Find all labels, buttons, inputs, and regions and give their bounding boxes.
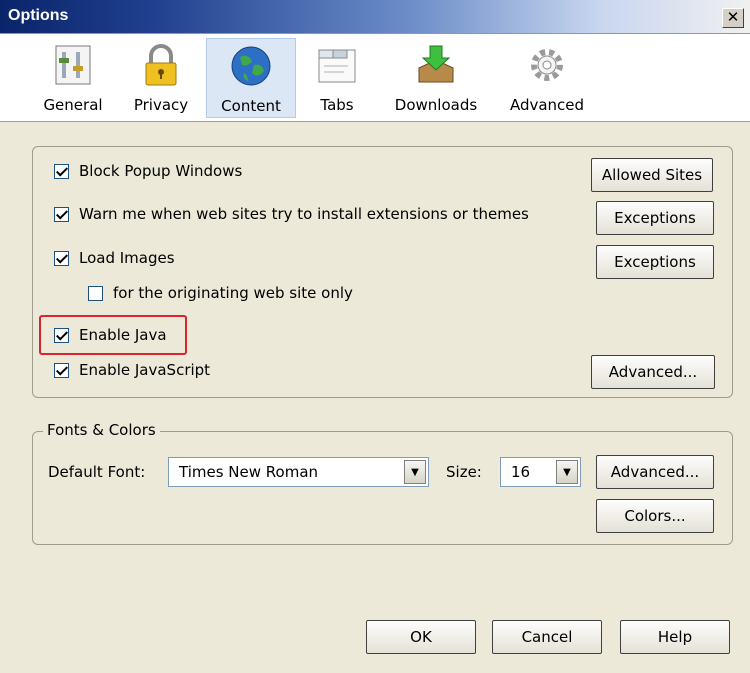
originating-only-row[interactable]: for the originating web site only [88, 284, 353, 302]
tab-label: Advanced [509, 96, 585, 114]
dropdown-arrow-icon[interactable]: ▼ [556, 460, 578, 484]
cancel-button[interactable]: Cancel [492, 620, 602, 654]
warn-extensions-row[interactable]: Warn me when web sites try to install ex… [54, 205, 529, 223]
tab-general[interactable]: General [34, 38, 112, 118]
tab-tabs[interactable]: Tabs [310, 38, 364, 118]
tabs-icon [318, 49, 356, 83]
block-popups-row[interactable]: Block Popup Windows [54, 162, 242, 180]
block-popups-label: Block Popup Windows [79, 162, 243, 180]
tab-label: Downloads [394, 96, 478, 114]
exceptions-button-extensions[interactable]: Exceptions [596, 201, 714, 235]
enable-java-row[interactable]: Enable Java [54, 326, 167, 344]
allowed-sites-button[interactable]: Allowed Sites [591, 158, 713, 192]
tab-advanced[interactable]: Advanced [500, 38, 594, 118]
tab-label: Tabs [320, 96, 354, 114]
font-size-select[interactable]: 16 ▼ [500, 457, 581, 487]
enable-javascript-row[interactable]: Enable JavaScript [54, 361, 210, 379]
warn-extensions-checkbox[interactable] [54, 206, 69, 222]
tab-content[interactable]: Content [206, 38, 296, 118]
enable-javascript-checkbox[interactable] [54, 362, 69, 378]
default-font-label: Default Font: [48, 463, 146, 481]
downloads-icon [418, 45, 454, 83]
tab-downloads[interactable]: Downloads [386, 38, 486, 118]
originating-only-label: for the originating web site only [113, 284, 353, 302]
block-popups-checkbox[interactable] [54, 163, 69, 179]
lock-icon [145, 44, 177, 86]
default-font-value: Times New Roman [179, 463, 319, 481]
gear-icon [531, 49, 563, 81]
options-toolbar: General Privacy Content Tabs Downloads A… [0, 34, 750, 122]
load-images-checkbox[interactable] [54, 250, 69, 266]
tab-privacy[interactable]: Privacy [124, 38, 198, 118]
dropdown-arrow-icon[interactable]: ▼ [404, 460, 426, 484]
title-bar: Options ✕ [0, 0, 750, 34]
window-title: Options [8, 7, 69, 24]
tab-label: Content [221, 97, 281, 115]
globe-icon [231, 46, 271, 86]
tab-label: Privacy [133, 96, 189, 114]
fonts-colors-legend: Fonts & Colors [43, 421, 160, 439]
tab-label: General [43, 96, 103, 114]
size-label: Size: [446, 463, 482, 481]
fonts-advanced-button[interactable]: Advanced... [596, 455, 714, 489]
load-images-row[interactable]: Load Images [54, 249, 175, 267]
close-button[interactable]: ✕ [722, 8, 744, 28]
general-icon [55, 45, 91, 85]
originating-only-checkbox[interactable] [88, 285, 103, 301]
enable-java-label: Enable Java [79, 326, 167, 344]
default-font-select[interactable]: Times New Roman ▼ [168, 457, 429, 487]
font-size-value: 16 [511, 463, 531, 481]
ok-button[interactable]: OK [366, 620, 476, 654]
close-icon: ✕ [726, 8, 740, 26]
javascript-advanced-button[interactable]: Advanced... [591, 355, 715, 389]
help-button[interactable]: Help [620, 620, 730, 654]
warn-extensions-label: Warn me when web sites try to install ex… [79, 205, 529, 223]
enable-java-checkbox[interactable] [54, 327, 69, 343]
enable-javascript-label: Enable JavaScript [79, 361, 211, 379]
colors-button[interactable]: Colors... [596, 499, 714, 533]
exceptions-button-images[interactable]: Exceptions [596, 245, 714, 279]
load-images-label: Load Images [79, 249, 175, 267]
